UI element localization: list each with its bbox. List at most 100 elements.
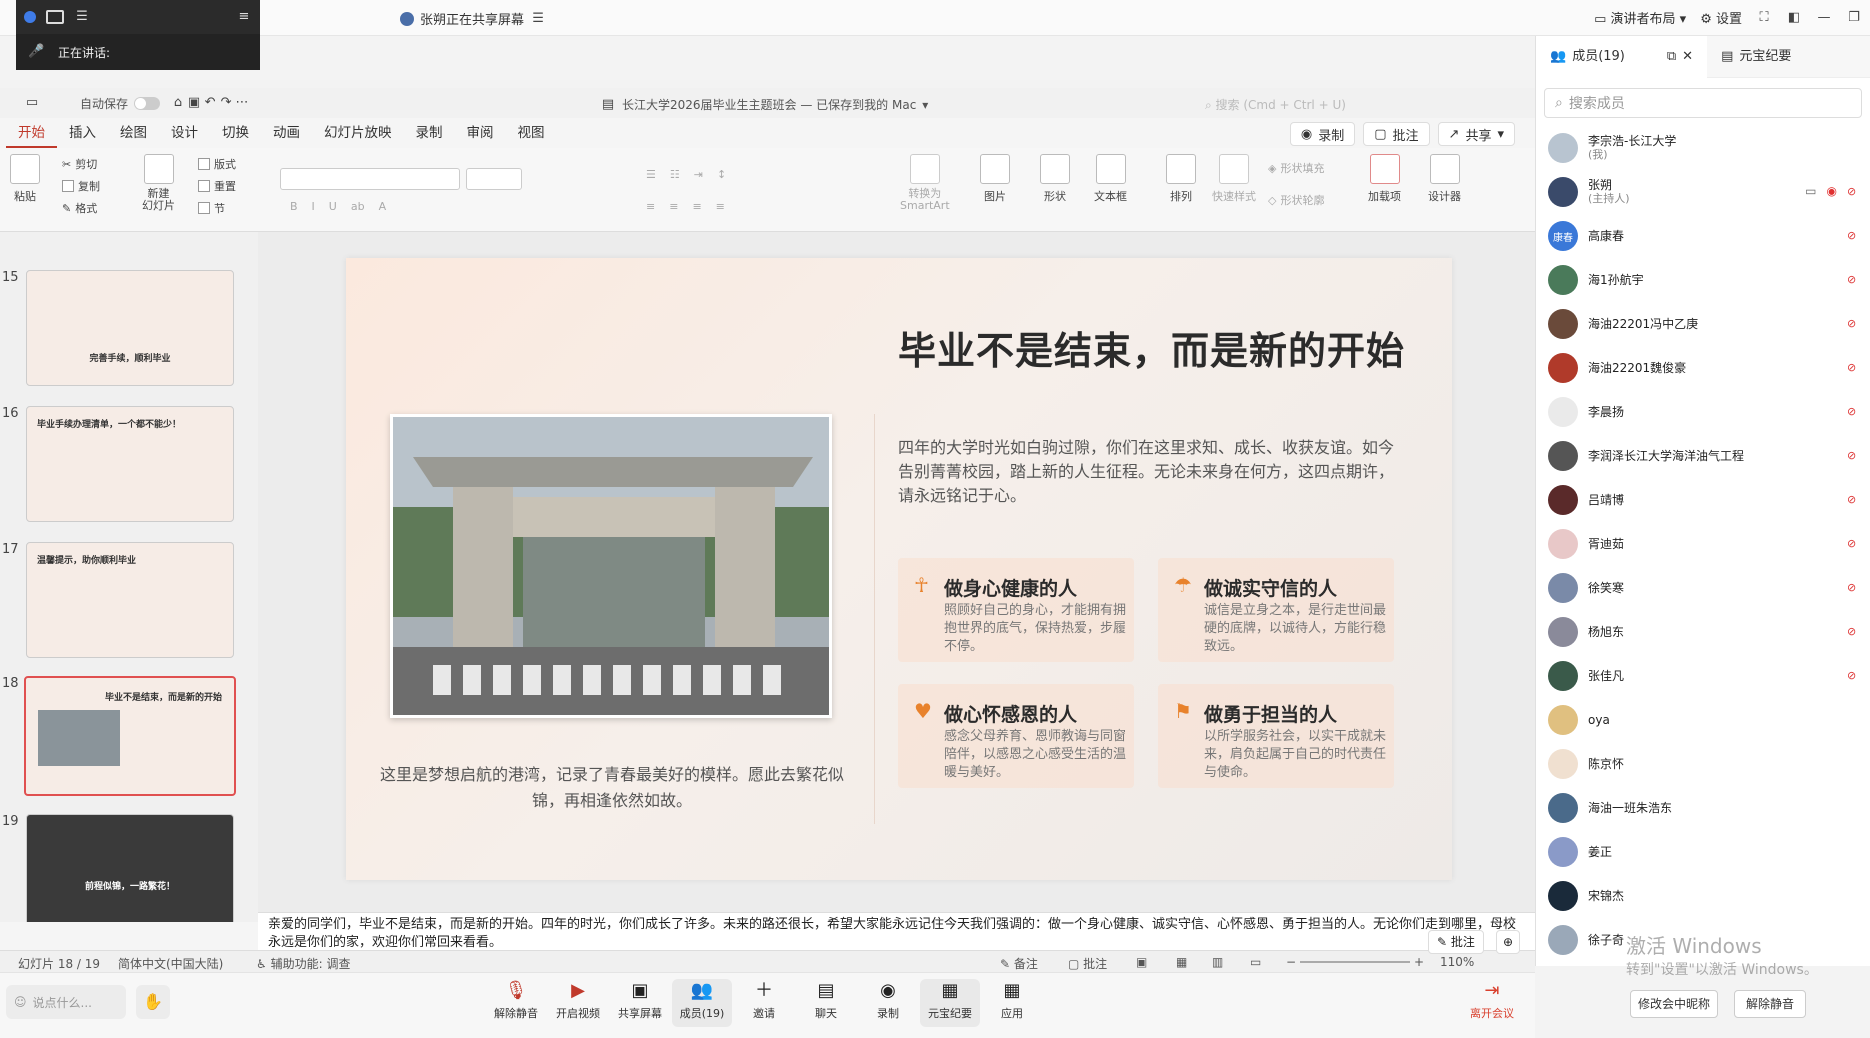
justify-icon[interactable]: ≡: [716, 200, 725, 213]
reading-view-icon[interactable]: ▥: [1212, 955, 1223, 969]
member-row[interactable]: 李宗浩-长江大学 (我): [1536, 126, 1870, 170]
speaker-notes[interactable]: 亲爱的同学们，毕业不是结束，而是新的开始。四年的时光，你们成长了许多。未来的路还…: [258, 912, 1535, 950]
slide-thumbnail[interactable]: 温馨提示，助你顺利毕业: [26, 542, 234, 658]
tab-design[interactable]: 设计: [159, 118, 210, 148]
slide[interactable]: 毕业不是结束，而是新的开始 这里是梦想启航的港湾，记录了青春最美好的模样。愿此去…: [346, 258, 1452, 880]
cut-button[interactable]: ✂ 剪切: [62, 156, 97, 172]
autosave-toggle[interactable]: [134, 96, 161, 110]
addins-button[interactable]: 加载项: [1368, 154, 1401, 204]
menu-icon[interactable]: ☰: [530, 11, 546, 27]
toolbar-button-camera-off[interactable]: ▶ 开启视频: [548, 981, 608, 1021]
presenter-layout-button[interactable]: ▭ 演讲者布局 ▾: [1594, 8, 1686, 27]
mic-muted-icon[interactable]: ⊘: [1847, 582, 1857, 594]
rename-button[interactable]: 修改会中昵称: [1630, 990, 1718, 1018]
list-icon[interactable]: ☰: [74, 9, 90, 25]
align-left-icon[interactable]: ≡: [646, 200, 655, 213]
copy-button[interactable]: 复制: [62, 178, 100, 194]
annotate-button[interactable]: ✎ 批注: [1428, 930, 1484, 954]
member-row[interactable]: 姜正: [1536, 830, 1870, 874]
underline-icon[interactable]: U: [329, 200, 337, 213]
tab-draw[interactable]: 绘图: [108, 118, 159, 148]
toolbar-button-chat[interactable]: ▤ 聊天: [796, 981, 856, 1021]
textbox-button[interactable]: 文本框: [1094, 154, 1127, 204]
toolbar-button-screen-share[interactable]: ▣ 共享屏幕: [610, 981, 670, 1021]
toolbar-button-invite[interactable]: ＋ 邀请: [734, 981, 794, 1021]
numbering-icon[interactable]: ☷: [670, 168, 680, 181]
comment-button[interactable]: ▢ 批注: [1363, 122, 1430, 146]
member-row[interactable]: 吕靖博 ⊘: [1536, 478, 1870, 522]
restore-icon[interactable]: ❐: [1846, 10, 1862, 26]
share-button[interactable]: ↗ 共享 ▾: [1437, 122, 1515, 146]
shape-button[interactable]: 形状: [1040, 154, 1070, 204]
tab-minutes[interactable]: ▤ 元宝纪要: [1707, 36, 1805, 78]
member-row[interactable]: oya: [1536, 698, 1870, 742]
bold-icon[interactable]: B: [290, 200, 298, 213]
tab-animations[interactable]: 动画: [261, 118, 312, 148]
paste-button[interactable]: 粘贴: [10, 154, 40, 204]
comments-toggle[interactable]: ▢ 批注: [1068, 955, 1107, 972]
indent-icon[interactable]: ⇥: [694, 168, 703, 181]
bullets-icon[interactable]: ☰: [646, 168, 656, 181]
member-row[interactable]: 海油22201魏俊豪 ⊘: [1536, 346, 1870, 390]
quick-styles-button[interactable]: 快速样式: [1212, 154, 1256, 204]
member-row[interactable]: 杨旭东 ⊘: [1536, 610, 1870, 654]
shape-outline-button[interactable]: ◇ 形状轮廓: [1268, 192, 1324, 208]
raise-hand-icon[interactable]: ✋: [136, 985, 170, 1019]
tab-record[interactable]: 录制: [404, 118, 455, 148]
member-row[interactable]: 张朔 (主持人) ▭ ◉ ⊘: [1536, 170, 1870, 214]
slide-thumbnail-selected[interactable]: 毕业不是结束，而是新的开始: [24, 676, 236, 796]
mic-muted-icon[interactable]: ⊘: [1847, 362, 1857, 374]
zoom-icon[interactable]: ⊕: [1496, 930, 1520, 954]
layout-button[interactable]: 版式: [198, 156, 236, 172]
convert-smartart-button[interactable]: 转换为 SmartArt: [900, 154, 950, 212]
strike-icon[interactable]: ab: [351, 200, 365, 213]
ppt-search[interactable]: ⌕ 搜索 (Cmd + Ctrl + U): [1205, 96, 1346, 113]
more-icon[interactable]: ⋯: [234, 95, 250, 111]
card-integrity[interactable]: ☂ 做诚实守信的人 诚信是立身之本，是行走世间最硬的底牌，以诚待人，方能行稳致远…: [1158, 558, 1394, 662]
mic-muted-icon[interactable]: ⊘: [1847, 494, 1857, 506]
italic-icon[interactable]: I: [312, 200, 315, 213]
toolbar-button-record[interactable]: ◉ 录制: [858, 981, 918, 1021]
slide-thumbnail[interactable]: 毕业手续办理清单，一个都不能少！: [26, 406, 234, 522]
zoom-slider[interactable]: [1300, 961, 1410, 963]
member-row[interactable]: 康春 高康春 ⊘: [1536, 214, 1870, 258]
unmute-all-button[interactable]: 解除静音: [1734, 990, 1806, 1018]
collapse-icon[interactable]: ≡: [236, 9, 252, 25]
mic-muted-icon[interactable]: ⊘: [1847, 626, 1857, 638]
tab-view[interactable]: 视图: [506, 118, 557, 148]
mic-muted-icon[interactable]: ⊘: [1847, 450, 1857, 462]
zoom-level[interactable]: 110%: [1440, 955, 1474, 969]
normal-view-icon[interactable]: ▣: [1136, 955, 1147, 969]
picture-button[interactable]: 图片: [980, 154, 1010, 204]
member-search-input[interactable]: ⌕ 搜索成员: [1544, 88, 1862, 118]
zoom-in-icon[interactable]: +: [1414, 955, 1424, 969]
align-center-icon[interactable]: ≡: [669, 200, 678, 213]
sidebar-icon[interactable]: ▭: [24, 95, 40, 111]
mic-muted-icon[interactable]: ⊘: [1847, 318, 1857, 330]
card-gratitude[interactable]: ♥ 做心怀感恩的人 感念父母养育、恩师教诲与同窗陪伴，以感恩之心感受生活的温暖与…: [898, 684, 1134, 788]
section-button[interactable]: 节: [198, 200, 225, 216]
zoom-out-icon[interactable]: −: [1286, 955, 1296, 969]
mic-muted-icon[interactable]: ⊘: [1847, 230, 1857, 242]
reset-button[interactable]: 重置: [198, 178, 236, 194]
card-responsibility[interactable]: ⚑ 做勇于担当的人 以所学服务社会，以实干成就未来，肩负起属于自己的时代责任与使…: [1158, 684, 1394, 788]
redo-icon[interactable]: ↷: [218, 95, 234, 111]
home-icon[interactable]: ⌂: [170, 95, 186, 111]
toolbar-button-apps[interactable]: ▦ 应用: [982, 981, 1042, 1021]
popout-icon[interactable]: ⧉: [1667, 36, 1676, 78]
sidebar-toggle-icon[interactable]: ◧: [1786, 10, 1802, 26]
slide-thumbnail[interactable]: 完善手续，顺利毕业: [26, 270, 234, 386]
member-row[interactable]: 海1孙航宇 ⊘: [1536, 258, 1870, 302]
campus-gate-photo[interactable]: [390, 414, 832, 718]
tab-home[interactable]: 开始: [6, 118, 57, 148]
tab-transitions[interactable]: 切换: [210, 118, 261, 148]
toolbar-button-minutes[interactable]: ▦ 元宝纪要: [920, 979, 980, 1027]
member-row[interactable]: 张佳凡 ⊘: [1536, 654, 1870, 698]
close-icon[interactable]: ✕: [1682, 36, 1693, 78]
tab-members[interactable]: 👥 成员(19) ⧉ ✕: [1536, 35, 1708, 78]
slideshow-view-icon[interactable]: ▭: [1250, 955, 1261, 969]
member-row[interactable]: 海油一班朱浩东: [1536, 786, 1870, 830]
sorter-view-icon[interactable]: ▦: [1176, 955, 1187, 969]
toolbar-button-members[interactable]: 👥 成员(19): [672, 979, 732, 1027]
accessibility-indicator[interactable]: ♿ 辅助功能: 调查: [256, 955, 350, 972]
